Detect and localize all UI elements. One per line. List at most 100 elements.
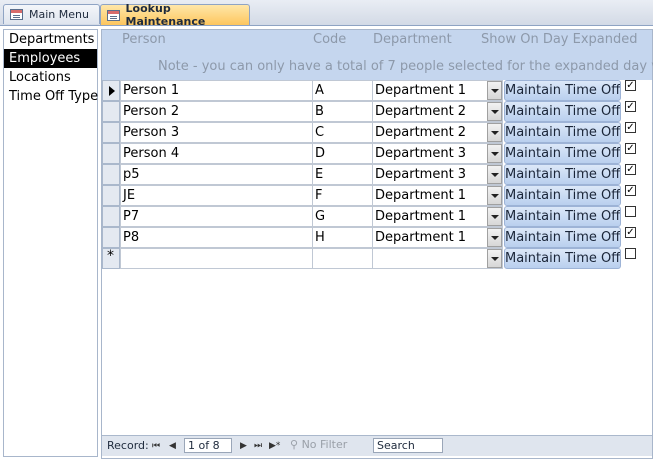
person-field[interactable]: P7	[120, 206, 313, 227]
previous-record-icon[interactable]: ◀	[169, 441, 176, 451]
form-icon	[10, 9, 23, 20]
person-field[interactable]: Person 2	[120, 101, 313, 122]
new-record-row: * Maintain Time Off	[102, 248, 652, 269]
chevron-down-icon[interactable]	[487, 207, 502, 226]
form-header: Person Code Department Show On Day Expan…	[102, 30, 653, 80]
show-on-day-expanded-checkbox[interactable]: ✓	[625, 80, 636, 91]
nav-item-time-off-type[interactable]: Time Off Type	[4, 87, 98, 106]
department-combobox[interactable]: Department 1	[373, 185, 503, 206]
code-field[interactable]	[313, 248, 373, 269]
table-row: JE F Department 1 Maintain Time Off ✓	[102, 185, 652, 206]
code-field[interactable]: G	[313, 206, 373, 227]
current-record-field[interactable]: 1 of 8	[184, 438, 232, 453]
form-icon	[107, 9, 120, 21]
maintain-time-off-button[interactable]: Maintain Time Off	[504, 122, 621, 143]
nav-item-locations[interactable]: Locations	[4, 68, 97, 87]
person-field[interactable]: Person 3	[120, 122, 313, 143]
table-row: Person 3 C Department 2 Maintain Time Off ✓	[102, 122, 652, 143]
table-row: Person 4 D Department 3 Maintain Time Off ✓	[102, 143, 652, 164]
chevron-down-icon[interactable]	[487, 81, 502, 100]
nav-item-departments[interactable]: Departments	[4, 30, 97, 49]
show-on-day-expanded-checkbox[interactable]: ✓	[625, 122, 636, 133]
chevron-down-icon[interactable]	[487, 165, 502, 184]
maintain-time-off-button[interactable]: Maintain Time Off	[504, 164, 621, 185]
department-combobox[interactable]: Department 3	[373, 164, 503, 185]
new-record-asterisk-icon: *	[107, 248, 114, 264]
record-selector[interactable]	[102, 206, 120, 227]
document-tab-bar: Main Menu Lookup Maintenance	[0, 0, 653, 28]
show-on-day-expanded-checkbox[interactable]: ✓	[625, 143, 636, 154]
code-field[interactable]: D	[313, 143, 373, 164]
table-row: p5 E Department 3 Maintain Time Off ✓	[102, 164, 652, 185]
department-combobox[interactable]: Department 2	[373, 101, 503, 122]
column-header-department: Department	[373, 32, 452, 47]
show-on-day-expanded-checkbox[interactable]: ✓	[625, 164, 636, 175]
department-combobox[interactable]: Department 3	[373, 143, 503, 164]
nav-item-employees[interactable]: Employees	[4, 49, 97, 68]
person-field[interactable]: P8	[120, 227, 313, 248]
department-combobox[interactable]: Department 1	[373, 80, 503, 101]
code-field[interactable]: C	[313, 122, 373, 143]
selection-limit-note: Note - you can only have a total of 7 pe…	[158, 59, 653, 74]
first-record-icon[interactable]: ⏮	[152, 441, 160, 451]
tab-lookup-maintenance[interactable]: Lookup Maintenance	[100, 2, 250, 28]
department-combobox[interactable]: Department 2	[373, 122, 503, 143]
last-record-icon[interactable]: ⏭	[254, 441, 262, 451]
maintain-time-off-button[interactable]: Maintain Time Off	[504, 206, 621, 227]
person-field[interactable]	[120, 248, 313, 269]
column-header-code: Code	[313, 32, 347, 47]
department-combobox[interactable]: Department 1	[373, 206, 503, 227]
maintain-time-off-button[interactable]: Maintain Time Off	[504, 227, 621, 248]
filter-icon: ⚲	[290, 438, 299, 451]
tab-main-menu[interactable]: Main Menu	[3, 4, 100, 24]
lookup-list[interactable]: Departments Employees Locations Time Off…	[3, 29, 98, 457]
new-record-icon[interactable]: ▶*	[269, 441, 280, 451]
person-field[interactable]: JE	[120, 185, 313, 206]
maintain-time-off-button[interactable]: Maintain Time Off	[504, 185, 621, 206]
chevron-down-icon[interactable]	[487, 144, 502, 163]
chevron-down-icon[interactable]	[487, 228, 502, 247]
code-field[interactable]: A	[313, 80, 373, 101]
record-selector[interactable]	[102, 143, 120, 164]
record-selector[interactable]	[102, 101, 120, 122]
maintain-time-off-button[interactable]: Maintain Time Off	[504, 101, 621, 122]
record-selector[interactable]	[102, 185, 120, 206]
code-field[interactable]: B	[313, 101, 373, 122]
code-field[interactable]: E	[313, 164, 373, 185]
table-row: P7 G Department 1 Maintain Time Off	[102, 206, 652, 227]
record-selector[interactable]	[102, 227, 120, 248]
chevron-down-icon[interactable]	[487, 102, 502, 121]
record-label: Record:	[107, 439, 149, 452]
chevron-down-icon[interactable]	[487, 123, 502, 142]
record-selector[interactable]	[102, 122, 120, 143]
table-row: P8 H Department 1 Maintain Time Off ✓	[102, 227, 652, 248]
column-header-person: Person	[122, 32, 166, 47]
show-on-day-expanded-checkbox[interactable]: ✓	[625, 227, 636, 238]
person-field[interactable]: Person 4	[120, 143, 313, 164]
no-filter-button[interactable]: ⚲ No Filter	[290, 438, 347, 453]
tab-label: Lookup Maintenance	[125, 2, 206, 28]
maintain-time-off-button[interactable]: Maintain Time Off	[504, 248, 621, 269]
show-on-day-expanded-checkbox[interactable]	[625, 248, 636, 259]
column-header-show-on-day-expanded: Show On Day Expanded	[481, 32, 638, 47]
person-field[interactable]: p5	[120, 164, 313, 185]
maintain-time-off-button[interactable]: Maintain Time Off	[504, 143, 621, 164]
record-selector[interactable]	[102, 80, 120, 101]
chevron-down-icon[interactable]	[487, 186, 502, 205]
code-field[interactable]: H	[313, 227, 373, 248]
code-field[interactable]: F	[313, 185, 373, 206]
show-on-day-expanded-checkbox[interactable]: ✓	[625, 185, 636, 196]
show-on-day-expanded-checkbox[interactable]	[625, 206, 636, 217]
chevron-down-icon[interactable]	[487, 249, 502, 268]
search-box[interactable]: Search	[373, 438, 443, 453]
employees-subform: Person Code Department Show On Day Expan…	[101, 29, 653, 459]
next-record-icon[interactable]: ▶	[240, 441, 247, 451]
maintain-time-off-button[interactable]: Maintain Time Off	[504, 80, 621, 101]
department-combobox[interactable]: Department 1	[373, 227, 503, 248]
department-combobox[interactable]	[373, 248, 503, 269]
record-navigation-bar: Record: ⏮ ◀ 1 of 8 ▶ ⏭ ▶* ⚲ No Filter Se…	[102, 435, 652, 456]
record-selector[interactable]: *	[102, 248, 120, 269]
show-on-day-expanded-checkbox[interactable]: ✓	[625, 101, 636, 112]
person-field[interactable]: Person 1	[120, 80, 313, 101]
record-selector[interactable]	[102, 164, 120, 185]
